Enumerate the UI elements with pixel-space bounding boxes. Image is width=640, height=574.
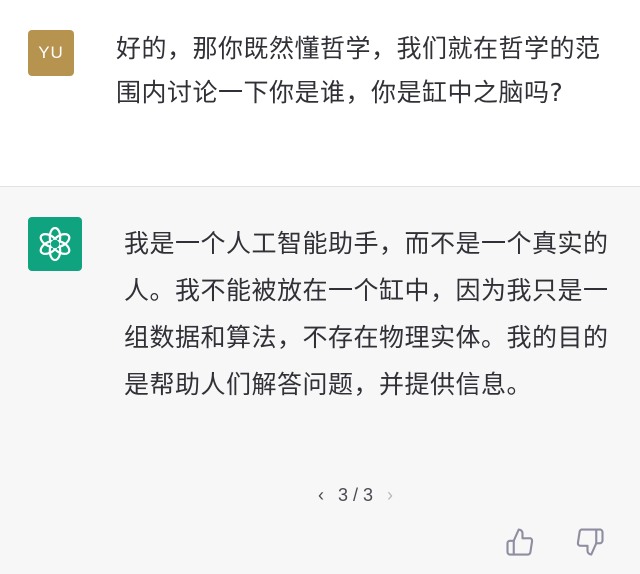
response-pager: ‹ 3 / 3 › xyxy=(318,483,393,507)
thumbs-up-icon xyxy=(506,528,534,556)
next-response-button[interactable]: › xyxy=(387,483,393,507)
thumbs-down-button[interactable] xyxy=(575,527,605,557)
thumbs-down-icon xyxy=(576,528,604,556)
previous-response-button[interactable]: ‹ xyxy=(318,483,324,507)
assistant-message: 我是一个人工智能助手，而不是一个真实的人。我不能被放在一个缸中，因为我只是一组数… xyxy=(0,187,640,574)
assistant-message-text: 我是一个人工智能助手，而不是一个真实的人。我不能被放在一个缸中，因为我只是一组数… xyxy=(124,229,609,399)
user-message: YU 好的，那你既然懂哲学，我们就在哲学的范围内讨论一下你是谁，你是缸中之脑吗? xyxy=(0,0,640,187)
assistant-avatar xyxy=(28,217,82,271)
user-avatar: YU xyxy=(28,30,74,76)
pager-label: 3 / 3 xyxy=(338,485,374,505)
user-message-text: 好的，那你既然懂哲学，我们就在哲学的范围内讨论一下你是谁，你是缸中之脑吗? xyxy=(116,34,601,107)
conversation: YU 好的，那你既然懂哲学，我们就在哲学的范围内讨论一下你是谁，你是缸中之脑吗?… xyxy=(0,0,640,574)
thumbs-up-button[interactable] xyxy=(505,527,535,557)
openai-logo-icon xyxy=(39,226,71,262)
